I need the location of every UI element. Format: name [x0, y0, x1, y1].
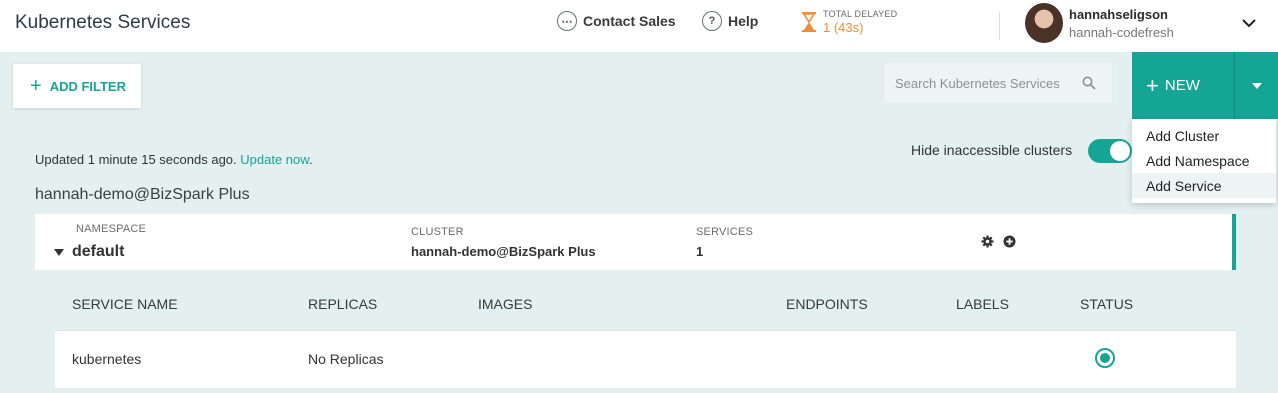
- replicas-cell: No Replicas: [308, 351, 384, 367]
- namespace-name[interactable]: default: [72, 243, 124, 261]
- total-delayed-value: 1 (43s): [823, 20, 864, 35]
- search-box: [883, 62, 1113, 104]
- cluster-label: CLUSTER: [411, 226, 464, 238]
- help-label: Help: [728, 13, 759, 29]
- plus-icon: +: [30, 75, 42, 97]
- updated-suffix: .: [308, 152, 313, 167]
- menu-item-add-service[interactable]: Add Service: [1132, 173, 1276, 198]
- new-dropdown-toggle[interactable]: [1234, 52, 1278, 119]
- total-delayed-indicator[interactable]: TOTAL DELAYED 1 (43s): [801, 9, 897, 35]
- top-header: Kubernetes Services ⋯ Contact Sales ? He…: [0, 0, 1278, 52]
- gear-icon[interactable]: [981, 235, 994, 248]
- namespace-label: NAMESPACE: [76, 223, 147, 235]
- namespace-card: NAMESPACE default CLUSTER hannah-demo@Bi…: [35, 214, 1236, 270]
- hourglass-icon: [802, 12, 816, 32]
- help-link[interactable]: ? Help: [702, 11, 758, 31]
- update-now-link[interactable]: Update now: [240, 152, 309, 167]
- column-header-images[interactable]: IMAGES: [478, 296, 532, 312]
- toolbar: + ADD FILTER + NEW: [0, 52, 1278, 119]
- hide-inaccessible-label: Hide inaccessible clusters: [911, 142, 1073, 158]
- column-header-service-name[interactable]: SERVICE NAME: [72, 296, 178, 312]
- contact-sales-label: Contact Sales: [583, 13, 676, 29]
- caret-down-icon[interactable]: [54, 249, 64, 256]
- updated-text: Updated 1 minute 15 seconds ago.: [35, 152, 237, 167]
- add-circle-icon[interactable]: [1003, 235, 1016, 248]
- menu-item-add-cluster[interactable]: Add Cluster: [1132, 123, 1276, 148]
- column-header-replicas[interactable]: REPLICAS: [308, 296, 377, 312]
- status-indicator: [1095, 348, 1115, 368]
- add-filter-button[interactable]: + ADD FILTER: [13, 64, 141, 108]
- toggle-knob: [1110, 141, 1130, 161]
- user-name: hannahseligson: [1069, 7, 1168, 22]
- updated-status: Updated 1 minute 15 seconds ago. Update …: [35, 152, 313, 167]
- contact-sales-link[interactable]: ⋯ Contact Sales: [557, 11, 676, 31]
- user-account: hannah-codefresh: [1069, 25, 1174, 40]
- cluster-title: hannah-demo@BizSpark Plus: [35, 186, 250, 203]
- services-table: SERVICE NAME REPLICAS IMAGES ENDPOINTS L…: [55, 276, 1236, 388]
- column-header-status[interactable]: STATUS: [1080, 296, 1133, 312]
- chat-bubble-icon: ⋯: [557, 11, 577, 31]
- new-label: NEW: [1164, 77, 1200, 94]
- caret-down-icon: [1251, 82, 1262, 89]
- column-header-labels[interactable]: LABELS: [956, 296, 1009, 312]
- page-title: Kubernetes Services: [15, 12, 191, 33]
- new-button[interactable]: + NEW: [1132, 52, 1234, 119]
- table-header: SERVICE NAME REPLICAS IMAGES ENDPOINTS L…: [55, 276, 1236, 331]
- services-count: 1: [696, 244, 704, 259]
- search-icon[interactable]: [1082, 76, 1096, 90]
- hide-inaccessible-toggle[interactable]: [1088, 139, 1132, 163]
- search-input[interactable]: [895, 75, 1075, 91]
- service-name-cell: kubernetes: [72, 351, 142, 367]
- cluster-value: hannah-demo@BizSpark Plus: [411, 244, 596, 259]
- help-icon: ?: [702, 11, 722, 31]
- new-dropdown-menu: Add Cluster Add Namespace Add Service: [1132, 119, 1276, 203]
- services-label: SERVICES: [696, 226, 754, 238]
- column-header-endpoints[interactable]: ENDPOINTS: [786, 296, 868, 312]
- table-row[interactable]: kubernetes No Replicas: [55, 331, 1236, 388]
- chevron-down-icon[interactable]: [1240, 14, 1258, 32]
- header-divider: [999, 12, 1000, 40]
- menu-item-add-namespace[interactable]: Add Namespace: [1132, 148, 1276, 173]
- main-content: Updated 1 minute 15 seconds ago. Update …: [0, 119, 1278, 393]
- add-filter-label: ADD FILTER: [49, 78, 126, 94]
- total-delayed-label: TOTAL DELAYED: [823, 9, 898, 19]
- plus-icon: +: [1146, 72, 1159, 98]
- avatar[interactable]: [1025, 3, 1063, 43]
